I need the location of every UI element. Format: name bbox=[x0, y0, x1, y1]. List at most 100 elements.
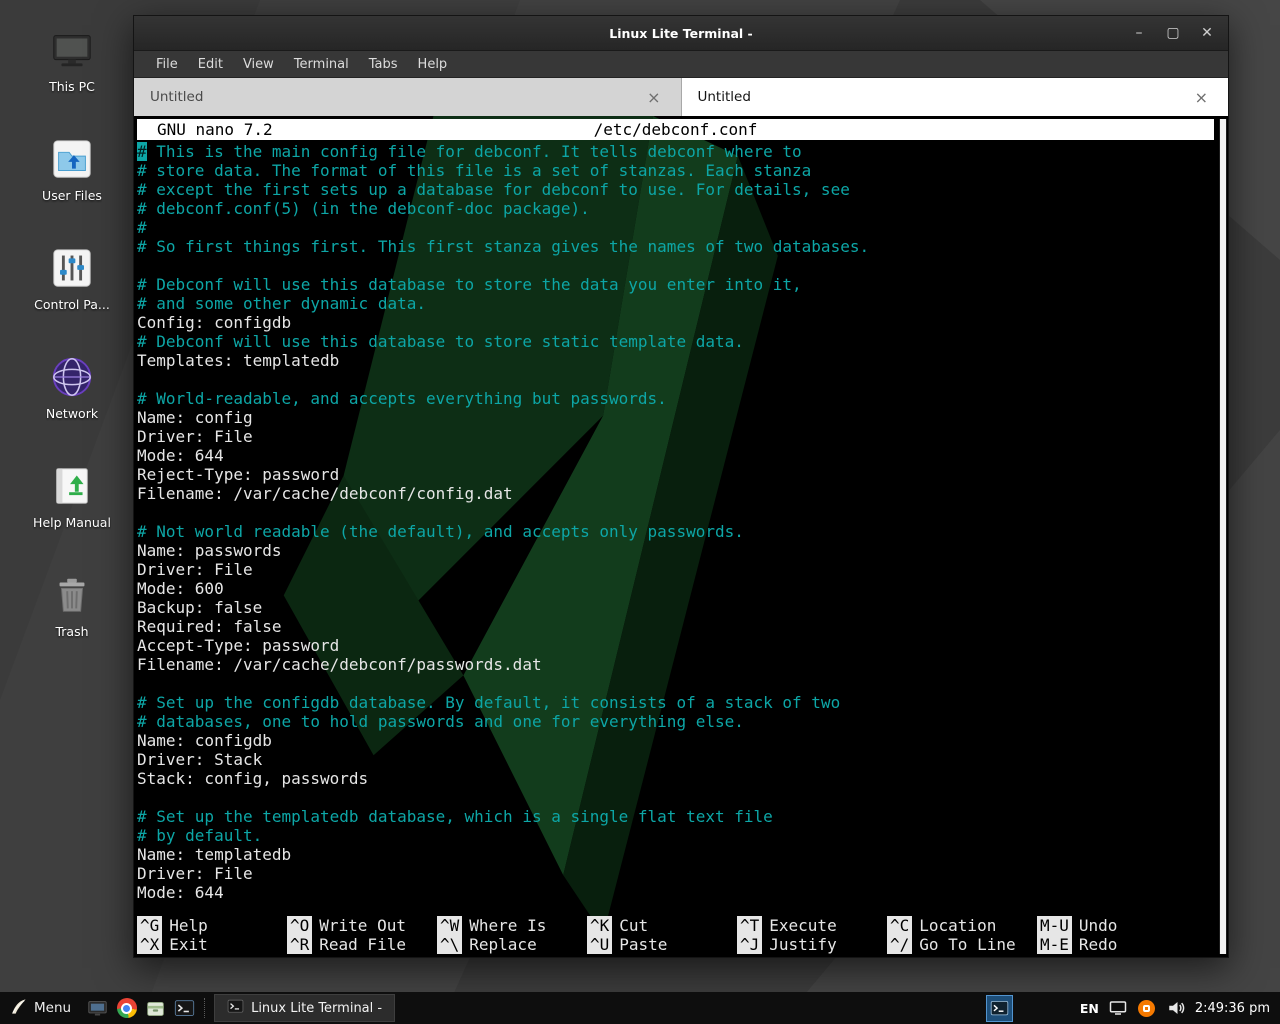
menu-button[interactable]: Menu bbox=[0, 992, 83, 1024]
nano-shortcut: ^TExecute bbox=[737, 916, 887, 935]
keyboard-indicator-icon[interactable] bbox=[1137, 998, 1157, 1018]
nano-line bbox=[137, 788, 1214, 807]
desktop-icon-network[interactable]: Network bbox=[26, 353, 118, 421]
nano-shortcut: M-UUndo bbox=[1037, 916, 1187, 935]
nano-editor-area[interactable]: # This is the main config file for debco… bbox=[137, 142, 1214, 913]
nano-line: # by default. bbox=[137, 826, 1214, 845]
clock[interactable]: 2:49:36 pm bbox=[1195, 1001, 1270, 1016]
nano-line: # debconf.conf(5) (in the debconf-doc pa… bbox=[137, 199, 1214, 218]
shortcut-key: ^J bbox=[737, 935, 762, 954]
nano-shortcut: ^W Where Is bbox=[437, 916, 587, 935]
nano-shortcut-bar: ^GHelp^XExit^OWrite Out^RRead File^WWher… bbox=[137, 916, 1187, 954]
menu-file[interactable]: File bbox=[146, 54, 188, 75]
scrollbar-thumb[interactable] bbox=[1220, 119, 1226, 954]
linux-lite-logo-icon bbox=[10, 998, 27, 1019]
chrome-icon[interactable] bbox=[113, 995, 140, 1022]
terminal-launcher-icon[interactable] bbox=[171, 995, 198, 1022]
tab-bar: Untitled × Untitled × bbox=[134, 78, 1228, 116]
volume-icon[interactable] bbox=[1166, 998, 1186, 1018]
shortcut-label: Where Is bbox=[469, 916, 546, 935]
window-titlebar[interactable]: Linux Lite Terminal - – ▢ ✕ bbox=[134, 16, 1228, 51]
nano-line: # Not world readable (the default), and … bbox=[137, 522, 1214, 541]
display-icon[interactable] bbox=[1108, 998, 1128, 1018]
desktop: This PC User Files Control Pa... Network… bbox=[0, 0, 1280, 1024]
shortcut-label: Cut bbox=[619, 916, 648, 935]
shortcut-key: ^U bbox=[587, 935, 612, 954]
nano-shortcut: ^\Replace bbox=[437, 935, 587, 954]
taskbar-window-label: Linux Lite Terminal - bbox=[251, 1001, 382, 1016]
nano-shortcut: ^RRead File bbox=[287, 935, 437, 954]
close-button[interactable]: ✕ bbox=[1198, 24, 1216, 42]
shortcut-key: ^K bbox=[587, 916, 612, 935]
nano-shortcut-column: ^CLocation^/Go To Line bbox=[887, 916, 1037, 954]
scrollbar[interactable] bbox=[1219, 119, 1227, 954]
terminal-content[interactable]: GNU nano 7.2 /etc/debconf.conf # This is… bbox=[134, 116, 1228, 957]
terminal-window: Linux Lite Terminal - – ▢ ✕ File Edit Vi… bbox=[133, 15, 1229, 958]
desktop-icon-help-manual[interactable]: Help Manual bbox=[26, 462, 118, 530]
nano-filename: /etc/debconf.conf bbox=[137, 119, 1214, 140]
desktop-icon-control-panel[interactable]: Control Pa... bbox=[26, 244, 118, 312]
nano-line: Driver: File bbox=[137, 864, 1214, 883]
nano-line: Name: configdb bbox=[137, 731, 1214, 750]
computer-icon bbox=[48, 26, 96, 74]
minimize-button[interactable]: – bbox=[1130, 24, 1148, 42]
nano-line: # bbox=[137, 218, 1214, 237]
nano-line bbox=[137, 674, 1214, 693]
shortcut-label: Write Out bbox=[319, 916, 406, 935]
menu-edit[interactable]: Edit bbox=[188, 54, 233, 75]
tab-label: Untitled bbox=[150, 89, 203, 105]
nano-line: Driver: File bbox=[137, 427, 1214, 446]
nano-line: Stack: config, passwords bbox=[137, 769, 1214, 788]
nano-line: Filename: /var/cache/debconf/passwords.d… bbox=[137, 655, 1214, 674]
shortcut-label: Read File bbox=[319, 935, 406, 954]
shortcut-key: ^W bbox=[437, 916, 462, 935]
shortcut-label: Go To Line bbox=[919, 935, 1015, 954]
menu-help[interactable]: Help bbox=[408, 54, 458, 75]
menu-terminal[interactable]: Terminal bbox=[284, 54, 359, 75]
shortcut-key: ^T bbox=[737, 916, 762, 935]
divider bbox=[204, 998, 209, 1018]
network-globe-icon bbox=[48, 353, 96, 401]
taskbar: Menu Linux Lite Terminal - EN bbox=[0, 992, 1280, 1024]
desktop-icon-user-files[interactable]: User Files bbox=[26, 135, 118, 203]
desktop-icon-label: Network bbox=[46, 406, 98, 421]
shortcut-label: Location bbox=[919, 916, 996, 935]
desktop-icon-label: Help Manual bbox=[33, 515, 111, 530]
nano-line: Name: templatedb bbox=[137, 845, 1214, 864]
nano-line: Mode: 644 bbox=[137, 446, 1214, 465]
shortcut-key: ^C bbox=[887, 916, 912, 935]
nano-line: Mode: 644 bbox=[137, 883, 1214, 902]
tab-close-icon[interactable]: × bbox=[643, 88, 664, 107]
nano-shortcut-column: ^KCut^UPaste bbox=[587, 916, 737, 954]
shortcut-key: M-E bbox=[1037, 935, 1072, 954]
software-box-icon[interactable] bbox=[142, 995, 169, 1022]
menu-bar: File Edit View Terminal Tabs Help bbox=[134, 51, 1228, 78]
file-manager-icon[interactable] bbox=[84, 995, 111, 1022]
nano-line: # store data. The format of this file is… bbox=[137, 161, 1214, 180]
desktop-icon-trash[interactable]: Trash bbox=[26, 571, 118, 639]
shortcut-label: Replace bbox=[469, 935, 536, 954]
menu-view[interactable]: View bbox=[233, 54, 284, 75]
tab-close-icon[interactable]: × bbox=[1191, 88, 1212, 107]
nano-line: Required: false bbox=[137, 617, 1214, 636]
taskbar-window-button[interactable]: Linux Lite Terminal - bbox=[214, 994, 395, 1022]
tab-untitled-2[interactable]: Untitled × bbox=[682, 78, 1229, 116]
tray-terminal-icon[interactable] bbox=[986, 995, 1013, 1022]
nano-line: # So first things first. This first stan… bbox=[137, 237, 1214, 256]
nano-shortcut-column: ^OWrite Out^RRead File bbox=[287, 916, 437, 954]
nano-line: # except the first sets up a database fo… bbox=[137, 180, 1214, 199]
nano-line: Name: config bbox=[137, 408, 1214, 427]
nano-shortcut-column: ^TExecute^J Justify bbox=[737, 916, 887, 954]
shortcut-label: Justify bbox=[769, 935, 836, 954]
menu-button-label: Menu bbox=[34, 1000, 71, 1016]
nano-line: # and some other dynamic data. bbox=[137, 294, 1214, 313]
nano-line: # Set up the templatedb database, which … bbox=[137, 807, 1214, 826]
trash-icon bbox=[48, 571, 96, 619]
nano-line: Name: passwords bbox=[137, 541, 1214, 560]
maximize-button[interactable]: ▢ bbox=[1164, 24, 1182, 42]
language-indicator[interactable]: EN bbox=[1080, 1001, 1099, 1016]
tab-untitled-1[interactable]: Untitled × bbox=[134, 78, 682, 116]
desktop-icon-list: This PC User Files Control Pa... Network… bbox=[26, 26, 118, 639]
desktop-icon-this-pc[interactable]: This PC bbox=[26, 26, 118, 94]
menu-tabs[interactable]: Tabs bbox=[359, 54, 408, 75]
